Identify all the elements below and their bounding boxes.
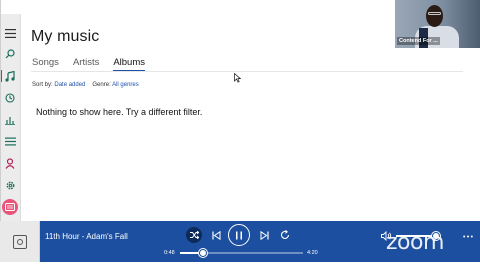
tab-divider	[31, 71, 463, 72]
page-title: My music	[31, 28, 100, 45]
music-note-icon[interactable]	[3, 69, 17, 83]
previous-icon	[211, 230, 220, 240]
equalizer-icon[interactable]	[3, 113, 17, 127]
pause-icon	[236, 231, 242, 239]
filter-bar: Sort by: Date added Genre: All genres	[32, 82, 139, 88]
more-options-button[interactable]	[461, 229, 475, 243]
tab-songs[interactable]: Songs	[32, 57, 59, 71]
next-button[interactable]	[257, 228, 271, 242]
shuffle-icon	[189, 231, 199, 239]
mouse-cursor-icon	[234, 70, 242, 88]
previous-button[interactable]	[209, 228, 223, 242]
repeat-icon	[280, 230, 290, 239]
webcam-tile[interactable]: Contend For ...	[395, 0, 480, 48]
next-icon	[260, 230, 269, 240]
tab-artists[interactable]: Artists	[73, 57, 99, 71]
avatar-icon[interactable]	[2, 199, 18, 215]
webcam-person-glasses	[428, 12, 441, 15]
genre-value[interactable]: All genres	[112, 82, 139, 88]
window-bottom-strip	[0, 262, 480, 270]
sort-value[interactable]: Date added	[54, 82, 85, 88]
participant-name: Contend For ...	[397, 37, 440, 45]
sort-label: Sort by:	[32, 82, 53, 88]
more-icon	[463, 235, 473, 237]
album-art[interactable]	[0, 221, 40, 262]
empty-state-message: Nothing to show here. Try a different fi…	[36, 107, 203, 117]
nav-rail	[0, 14, 21, 221]
tab-bar: Songs Artists Albums	[32, 57, 159, 72]
list-icon[interactable]	[3, 134, 17, 148]
pause-button[interactable]	[228, 224, 250, 246]
hamburger-icon[interactable]	[3, 26, 17, 40]
album-art-placeholder-icon	[12, 234, 27, 249]
elapsed-time: 0:48	[164, 250, 175, 256]
webcam-person-head	[426, 5, 443, 27]
search-icon[interactable]	[3, 47, 17, 61]
shuffle-button[interactable]	[186, 227, 202, 243]
gear-icon[interactable]	[3, 178, 17, 192]
zoom-watermark-logo: zoom	[386, 230, 444, 255]
person-icon[interactable]	[3, 156, 17, 170]
sort-filter[interactable]: Sort by: Date added	[32, 82, 85, 88]
seek-bar-thumb[interactable]	[199, 249, 208, 257]
genre-label: Genre:	[92, 82, 111, 88]
genre-filter[interactable]: Genre: All genres	[92, 82, 138, 88]
tab-albums[interactable]: Albums	[113, 57, 145, 72]
seek-bar[interactable]	[180, 249, 303, 257]
now-playing-title[interactable]: 11th Hour - Adam's Fall	[45, 232, 128, 241]
clock-icon[interactable]	[3, 91, 17, 105]
total-time: 4:20	[307, 250, 318, 256]
repeat-button[interactable]	[278, 228, 292, 242]
